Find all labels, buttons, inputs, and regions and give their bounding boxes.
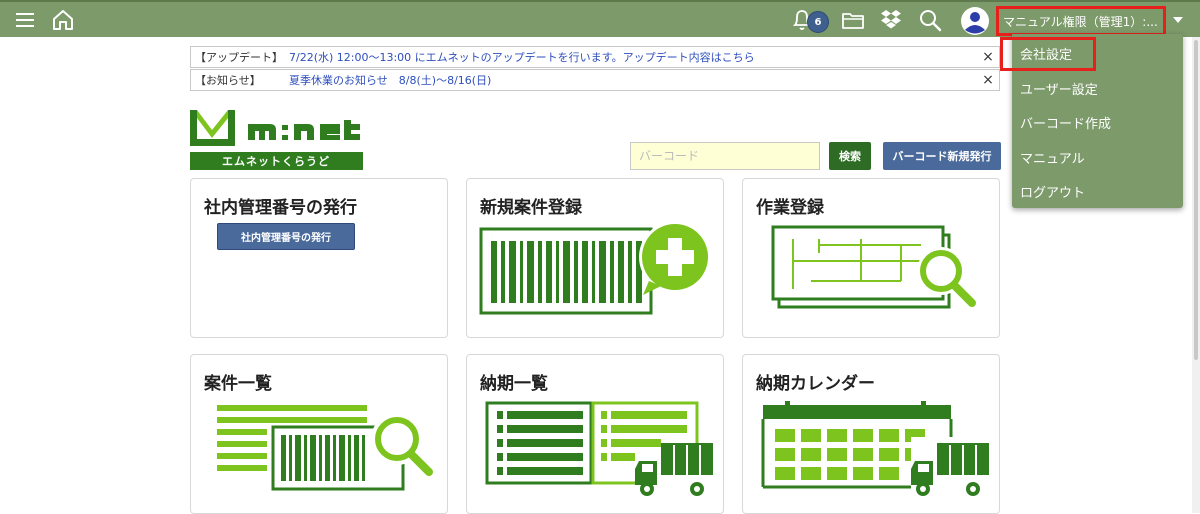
card-work-registration[interactable]: 作業登録 xyxy=(742,178,1000,338)
card-deadline-calendar[interactable]: 納期カレンダー xyxy=(742,354,1000,514)
caret-down-icon[interactable] xyxy=(1168,6,1188,34)
notice-tag: 【アップデート】 xyxy=(195,51,283,64)
close-icon[interactable]: × xyxy=(977,49,999,65)
top-bar: 6 マニュアル権限（管理1）:... xyxy=(0,0,1200,37)
card-new-project[interactable]: 新規案件登録 xyxy=(466,178,724,338)
logo-mark xyxy=(190,110,360,146)
user-name: マニュアル権限（管理1）:... xyxy=(1003,14,1158,29)
barcode-add-icon xyxy=(479,221,711,315)
notification-badge: 6 xyxy=(807,11,829,33)
card-internal-number[interactable]: 社内管理番号の発行 社内管理番号の発行 xyxy=(190,178,448,338)
menu-item-manual[interactable]: マニュアル xyxy=(1020,148,1085,167)
notice-link[interactable]: 7/22(水) 12:00～13:00 にエムネットのアップデートを行います。ア… xyxy=(289,49,977,65)
dropbox-icon[interactable] xyxy=(877,6,905,34)
card-title: 作業登録 xyxy=(756,198,824,218)
card-title: 社内管理番号の発行 xyxy=(204,198,357,218)
menu-item-barcode-create[interactable]: バーコード作成 xyxy=(1020,113,1111,132)
notice-link[interactable]: 夏季休業のお知らせ 8/8(土)～8/16(日) xyxy=(289,72,977,88)
list-search-icon xyxy=(217,405,433,491)
close-icon[interactable]: × xyxy=(977,72,999,88)
home-icon[interactable] xyxy=(49,6,77,34)
avatar-icon[interactable] xyxy=(959,5,991,37)
folder-icon[interactable] xyxy=(839,6,867,34)
menu-icon[interactable] xyxy=(11,6,39,34)
user-menu-button[interactable]: マニュアル権限（管理1）:... xyxy=(996,6,1166,36)
menu-item-logout[interactable]: ログアウト xyxy=(1020,182,1085,201)
notice-tag: 【お知らせ】 xyxy=(195,74,261,87)
search-icon[interactable] xyxy=(916,6,944,34)
search-button[interactable]: 検索 xyxy=(829,142,871,170)
card-title: 案件一覧 xyxy=(204,374,272,394)
deadline-truck-icon xyxy=(485,401,715,496)
work-search-icon xyxy=(771,225,976,309)
mnet-logo: エムネットくらうど xyxy=(190,110,365,170)
card-title: 新規案件登録 xyxy=(480,198,582,218)
notice-update: 【アップデート】 7/22(水) 12:00～13:00 にエムネットのアップデ… xyxy=(190,46,1000,68)
scrollbar-thumb[interactable] xyxy=(1194,40,1198,360)
issue-internal-number-button[interactable]: 社内管理番号の発行 xyxy=(217,223,355,250)
card-deadline-list[interactable]: 納期一覧 xyxy=(466,354,724,514)
highlight-box xyxy=(1000,37,1096,71)
new-barcode-button[interactable]: バーコード新規発行 xyxy=(883,142,1001,170)
logo-tagline: エムネットくらうど xyxy=(190,152,363,170)
card-title: 納期カレンダー xyxy=(756,374,875,394)
card-title: 納期一覧 xyxy=(480,374,548,394)
barcode-input[interactable] xyxy=(630,142,820,170)
calendar-truck-icon xyxy=(761,401,991,496)
notice-info: 【お知らせ】 夏季休業のお知らせ 8/8(土)～8/16(日) × xyxy=(190,69,1000,91)
menu-item-user-settings[interactable]: ユーザー設定 xyxy=(1020,79,1098,98)
card-project-list[interactable]: 案件一覧 xyxy=(190,354,448,514)
